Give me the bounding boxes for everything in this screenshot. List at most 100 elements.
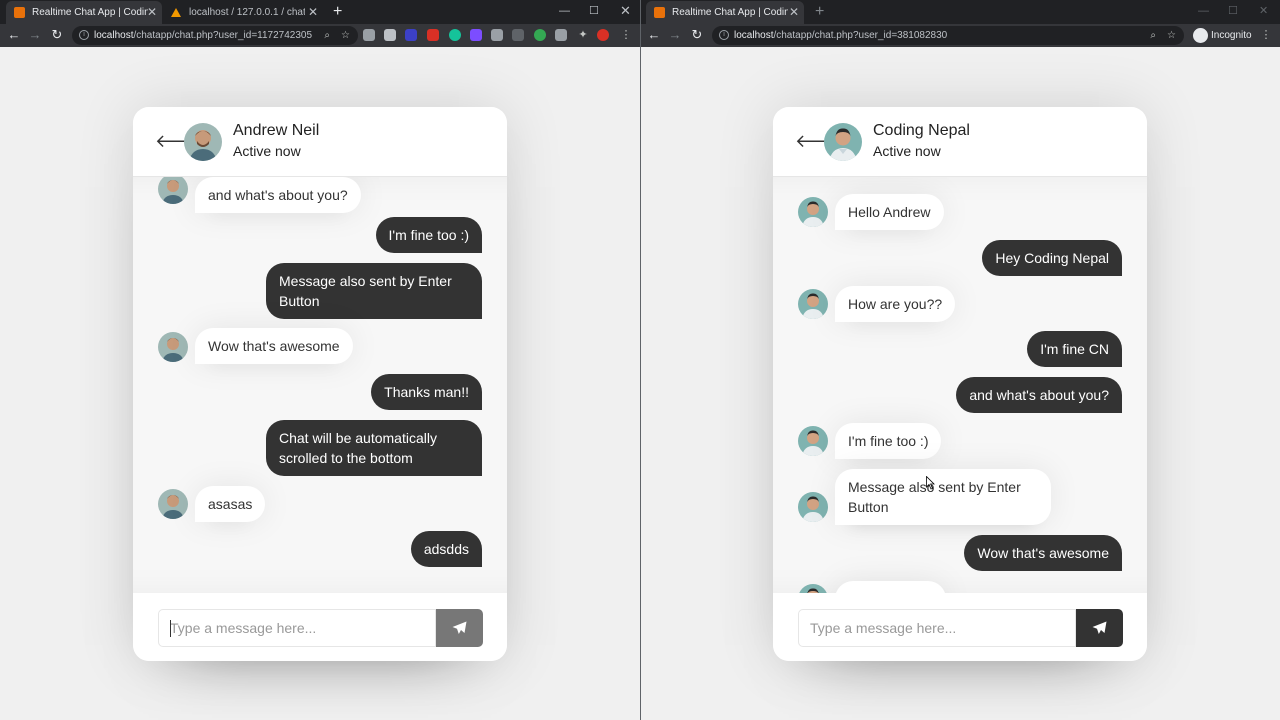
incoming-message: How are you?? [835, 286, 956, 322]
minimize-icon[interactable]: — [559, 0, 570, 24]
chat-user-name: Coding Nepal [873, 122, 970, 139]
window-close-icon[interactable]: ✕ [620, 0, 631, 24]
html-favicon-icon [14, 7, 25, 18]
minimize-icon[interactable]: — [1198, 0, 1209, 24]
tab-label: Realtime Chat App | CodingNepal [32, 7, 148, 18]
back-arrow-icon[interactable]: 🡐 [795, 131, 843, 151]
outgoing-message: adsdds [410, 531, 482, 567]
outgoing-message: and what's about you? [956, 377, 1122, 413]
close-icon[interactable]: ✕ [308, 1, 318, 24]
chat-header: 🡐 Coding Nepal Active now [773, 107, 1147, 177]
avatar [824, 123, 862, 161]
window-close-icon[interactable]: ✕ [1259, 0, 1268, 24]
incoming-message: Hello Andrew [835, 194, 944, 230]
site-info-icon[interactable]: i [79, 30, 89, 40]
outgoing-message: Wow that's awesome [964, 535, 1122, 571]
typing-area [133, 593, 507, 661]
chat-user-name: Andrew Neil [233, 122, 320, 139]
incognito-icon [1193, 28, 1208, 43]
send-button[interactable] [1076, 609, 1123, 647]
outgoing-message: I'm fine CN [1027, 331, 1122, 367]
outgoing-message: Thanks man!! [371, 374, 482, 410]
extension-icon[interactable] [534, 29, 546, 41]
url-host: localhost [734, 30, 774, 41]
grammarly-icon[interactable] [449, 29, 461, 41]
forward-arrow-icon[interactable]: → [27, 27, 43, 43]
maximize-icon[interactable]: ☐ [1228, 0, 1238, 24]
url-host: localhost [94, 30, 134, 41]
tab-label: Realtime Chat App | CodingNepal [672, 7, 788, 18]
back-arrow-icon[interactable]: 🡐 [155, 131, 203, 151]
back-arrow-icon[interactable]: ← [6, 27, 22, 43]
chat-box[interactable]: and what's about you? I'm fine too :) Me… [133, 177, 507, 593]
back-arrow-icon[interactable]: ← [646, 27, 662, 43]
send-icon [1092, 621, 1107, 634]
tab-strip: Realtime Chat App | CodingNepal ✕ localh… [0, 0, 640, 24]
reload-icon[interactable]: ↻ [49, 27, 65, 43]
mouse-cursor-icon [926, 476, 935, 490]
avatar [798, 492, 828, 522]
menu-dots-icon[interactable]: ⋮ [1259, 28, 1273, 42]
bookmark-star-icon[interactable]: ☆ [1167, 26, 1176, 45]
address-bar[interactable]: i localhost/chatapp/chat.php?user_id=117… [72, 26, 358, 45]
new-tab-icon[interactable]: + [333, 3, 342, 21]
incoming-message: Wow that's awesome [195, 328, 353, 364]
shield-icon[interactable] [491, 29, 503, 41]
incoming-message: Message also sent by Enter Button [835, 469, 1051, 525]
chat-card: 🡐 Coding Nepal Active now Hello Andrew H… [773, 107, 1147, 661]
tab-chat-app[interactable]: Realtime Chat App | CodingNepal ✕ [646, 1, 804, 24]
send-icon [452, 621, 467, 634]
extension-icon[interactable] [470, 29, 482, 41]
zoom-icon[interactable]: ⌕ [1150, 26, 1156, 45]
extension-icon[interactable] [512, 29, 524, 41]
url-path: /chatapp/chat.php?user_id=381082830 [773, 30, 948, 41]
site-info-icon[interactable]: i [719, 30, 729, 40]
phpmyadmin-favicon-icon [171, 7, 182, 18]
right-browser-window: Realtime Chat App | CodingNepal ✕ + — ☐ … [641, 0, 1280, 720]
tab-label: localhost / 127.0.0.1 / chatapp / u [189, 7, 305, 18]
send-button[interactable] [436, 609, 483, 647]
extension-icon[interactable] [555, 29, 567, 41]
incoming-message: and what's about you? [195, 177, 361, 213]
outgoing-message: I'm fine too :) [375, 217, 482, 253]
bookmark-star-icon[interactable]: ☆ [341, 26, 350, 45]
puzzle-icon[interactable]: ✦ [576, 28, 590, 42]
incognito-indicator[interactable]: Incognito [1193, 28, 1252, 43]
close-icon[interactable]: ✕ [147, 1, 157, 24]
zoom-icon[interactable]: ⌕ [324, 26, 330, 45]
avatar [158, 177, 188, 204]
browser-toolbar: ← → ↻ i localhost/chatapp/chat.php?user_… [0, 24, 640, 47]
maximize-icon[interactable]: ☐ [589, 0, 599, 24]
incoming-message: I'm fine too :) [835, 423, 942, 459]
tab-phpmyadmin[interactable]: localhost / 127.0.0.1 / chatapp / u ✕ [163, 1, 323, 24]
reload-icon[interactable]: ↻ [689, 27, 705, 43]
extension-icon[interactable] [427, 29, 439, 41]
incoming-message: asasas [195, 486, 266, 522]
menu-dots-icon[interactable]: ⋮ [619, 28, 633, 42]
extension-icon[interactable] [405, 29, 417, 41]
avatar [184, 123, 222, 161]
chat-card: 🡐 Andrew Neil Active now and what's abou… [133, 107, 507, 661]
outgoing-message: Chat will be automatically scrolled to t… [266, 420, 482, 476]
chat-box[interactable]: Hello Andrew Hey Coding Nepal How are yo… [773, 177, 1147, 593]
message-input[interactable] [798, 609, 1076, 647]
avatar [798, 584, 828, 593]
url-path: /chatapp/chat.php?user_id=1172742305 [133, 30, 313, 41]
extension-icon[interactable] [363, 29, 375, 41]
close-icon[interactable]: ✕ [789, 1, 799, 24]
outgoing-message: Message also sent by Enter Button [266, 263, 482, 319]
profile-avatar[interactable] [597, 29, 609, 41]
typing-area [773, 593, 1147, 661]
address-bar[interactable]: i localhost/chatapp/chat.php?user_id=381… [712, 26, 1184, 45]
extension-icon[interactable] [384, 29, 396, 41]
chat-user-status: Active now [873, 143, 941, 159]
message-input[interactable] [158, 609, 436, 647]
tab-chat-app[interactable]: Realtime Chat App | CodingNepal ✕ [6, 1, 162, 24]
avatar [158, 489, 188, 519]
browser-toolbar: ← → ↻ i localhost/chatapp/chat.php?user_… [641, 24, 1280, 47]
new-tab-icon[interactable]: + [815, 3, 824, 21]
tab-strip: Realtime Chat App | CodingNepal ✕ + — ☐ … [641, 0, 1280, 24]
chat-user-status: Active now [233, 143, 301, 159]
forward-arrow-icon[interactable]: → [667, 27, 683, 43]
text-caret [170, 620, 171, 637]
